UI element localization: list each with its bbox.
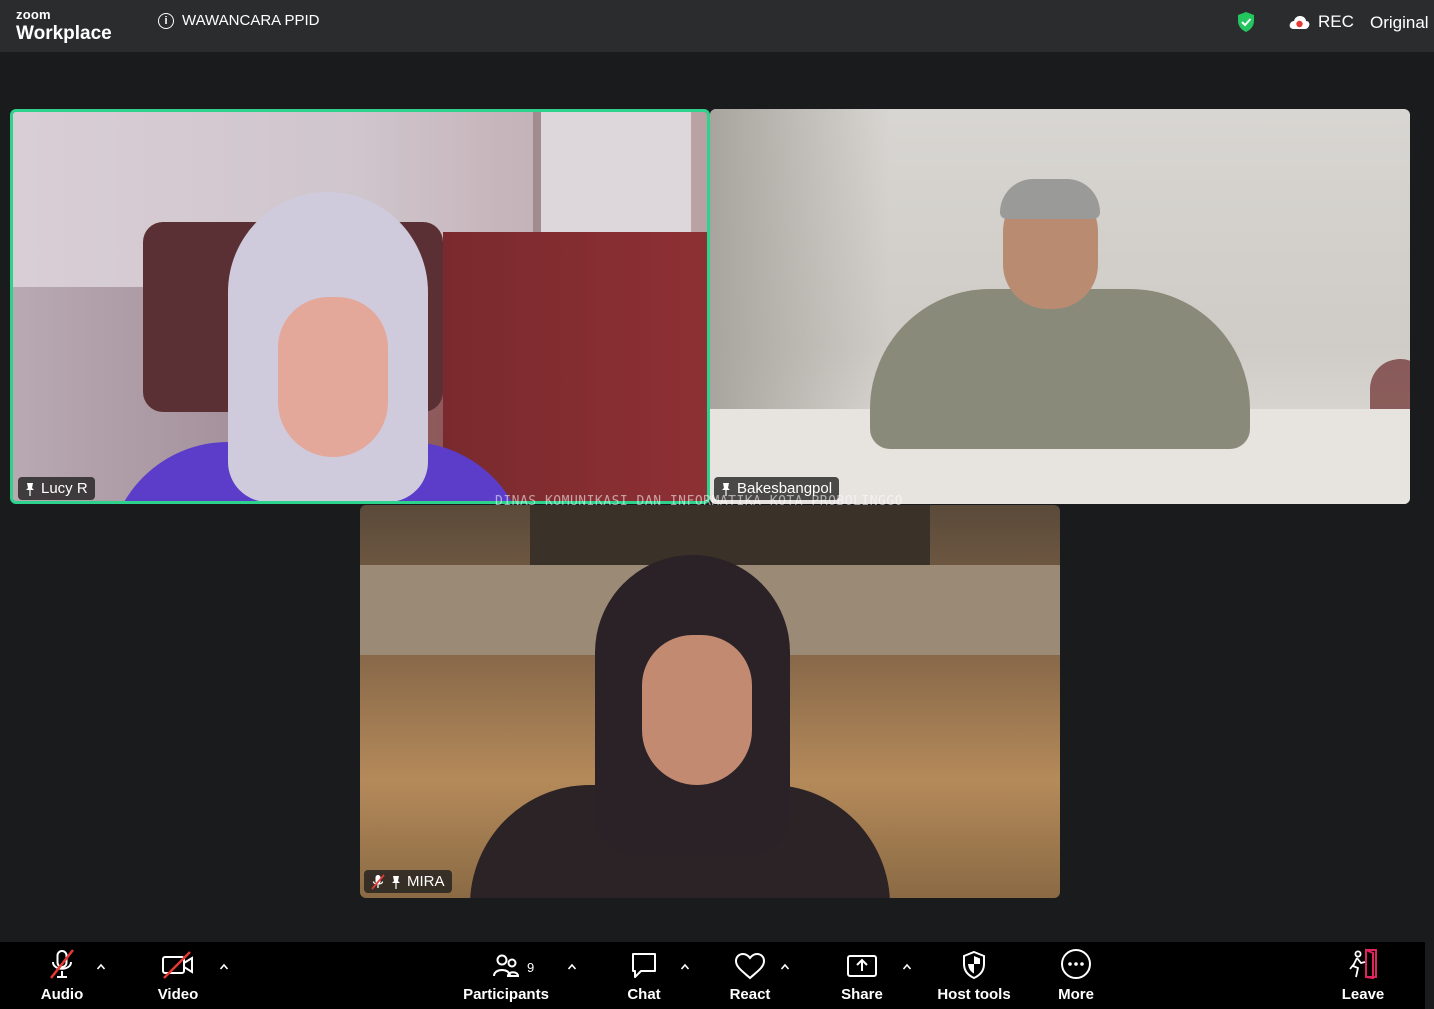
audio-button[interactable]: Audio (38, 942, 86, 1009)
watermark-text: DINAS KOMUNIKASI DAN INFORMATIKA KOTA PR… (495, 494, 904, 509)
pin-icon (392, 875, 400, 889)
view-mode-label[interactable]: Original (1370, 13, 1429, 33)
share-label: Share (841, 986, 883, 1003)
encryption-shield-icon[interactable] (1236, 11, 1256, 38)
meeting-info[interactable]: i WAWANCARA PPID (158, 12, 320, 29)
chat-label: Chat (627, 986, 661, 1003)
logo-big-text: Workplace (16, 23, 112, 44)
audio-label: Audio (40, 986, 84, 1003)
participants-options-chevron-up-icon[interactable] (567, 962, 577, 972)
leave-label: Leave (1341, 986, 1385, 1003)
chat-bubble-icon (632, 953, 656, 978)
recording-indicator[interactable]: REC (1288, 12, 1354, 32)
chat-options-chevron-up-icon[interactable] (680, 962, 690, 972)
video-tile-lucy[interactable]: Lucy R (10, 109, 710, 504)
heart-icon (734, 952, 766, 980)
pin-icon (26, 482, 34, 496)
share-options-chevron-up-icon[interactable] (902, 962, 912, 972)
microphone-muted-icon (50, 949, 74, 979)
react-button[interactable]: React (726, 942, 774, 1009)
more-label: More (1058, 986, 1094, 1003)
shield-icon (963, 950, 985, 980)
audio-options-chevron-up-icon[interactable] (96, 962, 106, 972)
microphone-muted-icon (371, 873, 385, 890)
logo-small-text: zoom (16, 7, 51, 22)
top-bar: zoom Workplace i WAWANCARA PPID REC Orig… (0, 0, 1434, 52)
share-button[interactable]: Share (838, 942, 886, 1009)
video-tile-bakesbangpol[interactable]: Bakesbangpol (710, 109, 1410, 504)
participant-name-tag: MIRA (364, 870, 452, 893)
meeting-title: WAWANCARA PPID (182, 12, 320, 29)
participant-name: MIRA (407, 873, 445, 890)
react-options-chevron-up-icon[interactable] (780, 962, 790, 972)
video-tile-mira[interactable]: MIRA (360, 505, 1060, 898)
video-button[interactable]: Video (154, 942, 202, 1009)
host-tools-button[interactable]: Host tools (934, 942, 1014, 1009)
rec-label: REC (1318, 12, 1354, 31)
leave-button[interactable]: Leave (1339, 942, 1387, 1009)
cloud-record-icon (1289, 16, 1310, 29)
participants-label: Participants (463, 986, 549, 1003)
chat-button[interactable]: Chat (620, 942, 668, 1009)
more-options-icon (1061, 949, 1091, 979)
share-screen-icon (847, 955, 877, 977)
participant-name-tag: Lucy R (18, 477, 95, 500)
participants-button[interactable]: Participants (462, 942, 550, 1009)
video-options-chevron-up-icon[interactable] (219, 962, 229, 972)
zoom-logo: zoom Workplace (16, 8, 112, 43)
info-icon[interactable]: i (158, 12, 174, 29)
react-label: React (729, 986, 771, 1003)
leave-meeting-icon (1349, 948, 1377, 980)
more-button[interactable]: More (1052, 942, 1100, 1009)
meeting-toolbar: Audio Video Participants 9 Chat React Sh… (0, 942, 1425, 1009)
host-tools-label: Host tools (937, 986, 1011, 1003)
participants-icon (493, 954, 520, 977)
video-label: Video (157, 986, 199, 1003)
video-camera-off-icon (162, 951, 193, 979)
participant-name: Lucy R (41, 480, 88, 497)
participants-count: 9 (527, 960, 535, 975)
